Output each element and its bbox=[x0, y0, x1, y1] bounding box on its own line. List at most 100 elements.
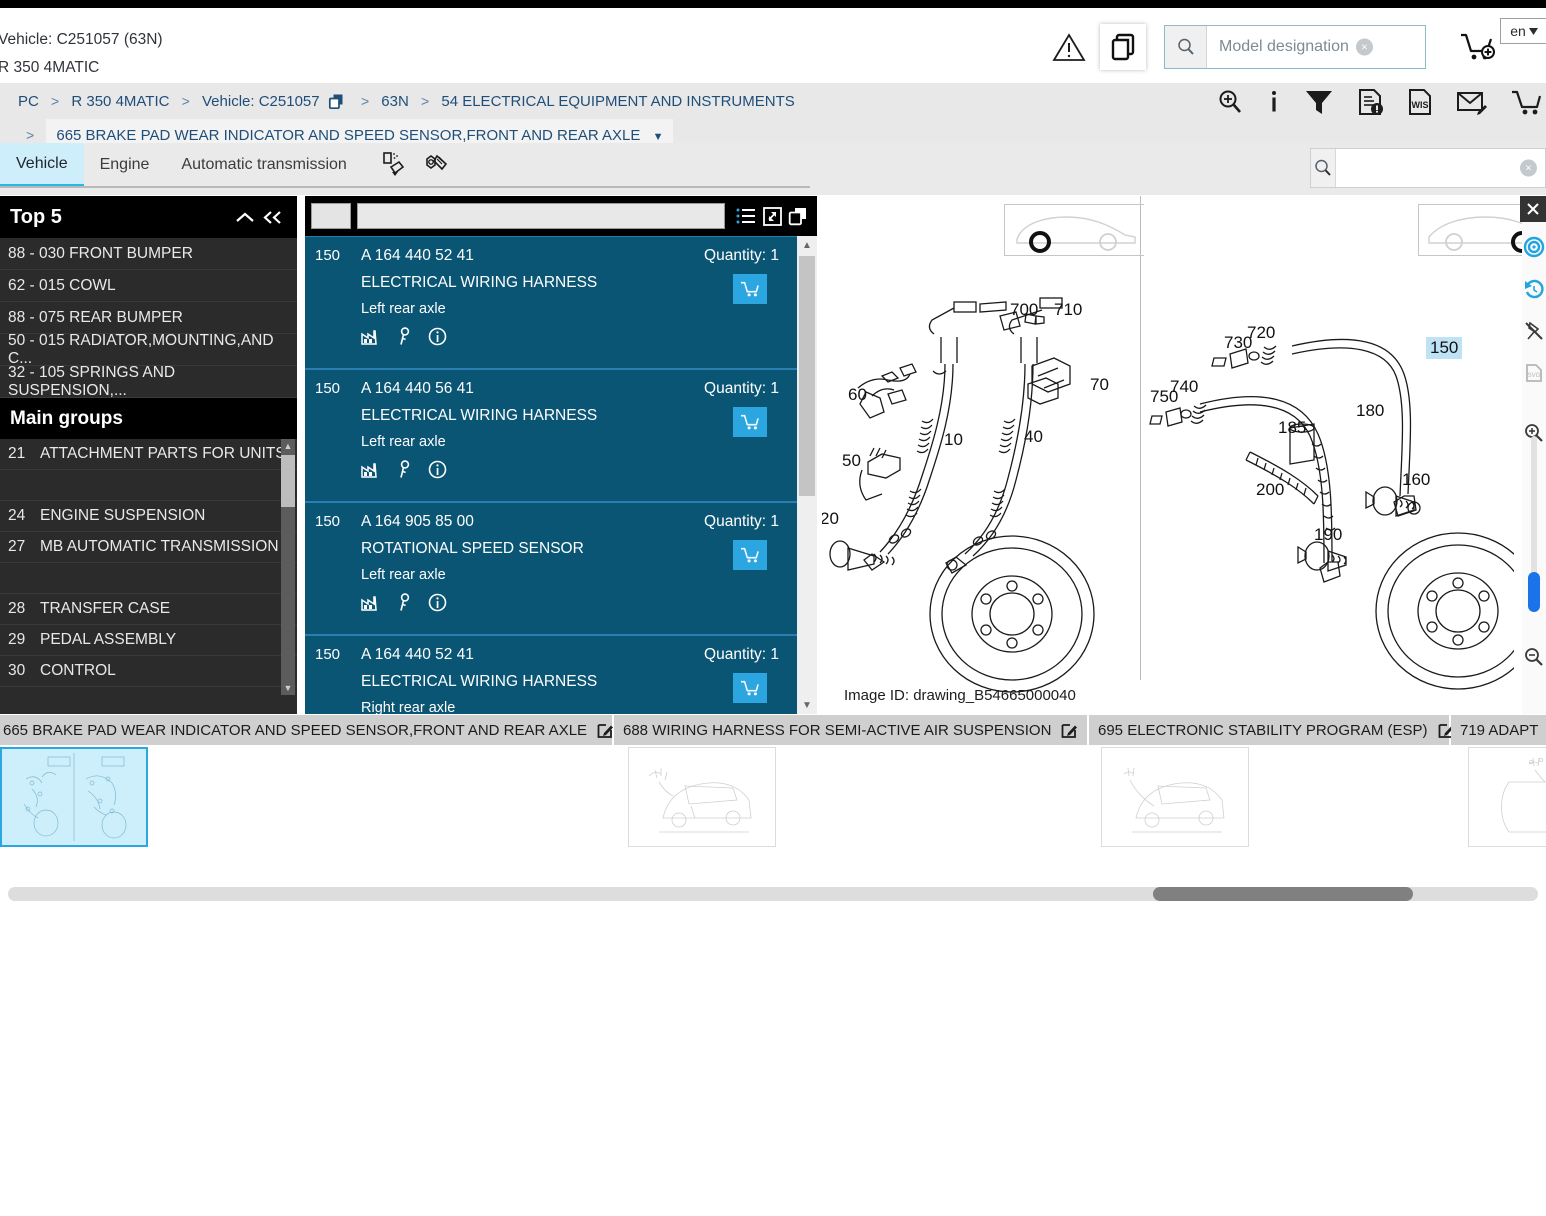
tab-engine-label: Engine bbox=[99, 156, 150, 173]
scroll-up-icon[interactable]: ▲ bbox=[797, 236, 817, 254]
drawing-viewer[interactable]: 700 710 70 60 10 40 50 20 730 720 750 74… bbox=[822, 196, 1522, 714]
breadcrumb-item-group[interactable]: 54 ELECTRICAL EQUIPMENT AND INSTRUMENTS bbox=[441, 93, 794, 110]
search-icon[interactable] bbox=[1311, 149, 1336, 187]
filter-icon[interactable] bbox=[1304, 88, 1334, 116]
tab-vehicle[interactable]: Vehicle bbox=[0, 143, 84, 187]
thumbnail-665[interactable] bbox=[0, 747, 148, 847]
scrollbar-thumb[interactable] bbox=[281, 455, 295, 507]
parts-scrollbar[interactable]: ▲ ▼ bbox=[797, 236, 817, 714]
add-to-cart-button[interactable] bbox=[733, 673, 767, 703]
part-row[interactable]: 150 A 164 440 52 41 ELECTRICAL WIRING HA… bbox=[305, 236, 817, 369]
breadcrumb-item-vehicle[interactable]: Vehicle: C251057 bbox=[202, 93, 320, 110]
header-actions: × bbox=[1050, 16, 1546, 78]
breadcrumb-item-code[interactable]: 63N bbox=[381, 93, 409, 110]
info-circle-icon[interactable] bbox=[428, 327, 447, 351]
scrollbar-thumb[interactable] bbox=[1153, 887, 1413, 901]
strip-tab-695[interactable]: 695 ELECTRONIC STABILITY PROGRAM (ESP) bbox=[1089, 715, 1454, 745]
copy-documents-icon[interactable] bbox=[1100, 24, 1146, 70]
thumbnail-719[interactable] bbox=[1468, 747, 1546, 847]
list-view-icon[interactable] bbox=[733, 207, 759, 225]
info-circle-icon[interactable] bbox=[428, 593, 447, 617]
sidebar-item-29[interactable]: 29 PEDAL ASSEMBLY bbox=[0, 625, 297, 656]
key-icon[interactable] bbox=[397, 327, 412, 351]
info-circle-icon[interactable] bbox=[428, 460, 447, 484]
clear-icon[interactable]: × bbox=[1356, 38, 1373, 56]
strip-tab-688[interactable]: 688 WIRING HARNESS FOR SEMI-ACTIVE AIR S… bbox=[614, 715, 1089, 745]
bolt-nut-icon[interactable] bbox=[421, 150, 451, 180]
edit-pencil-icon[interactable] bbox=[597, 722, 614, 739]
zoom-out-icon[interactable] bbox=[1522, 636, 1546, 678]
factory-icon[interactable] bbox=[361, 461, 381, 483]
info-icon[interactable] bbox=[1266, 88, 1282, 116]
add-to-cart-button[interactable] bbox=[733, 540, 767, 570]
breadcrumb-item-model[interactable]: R 350 4MATIC bbox=[71, 93, 169, 110]
sidebar-scrollbar[interactable]: ▲ ▼ bbox=[281, 439, 295, 695]
sidebar-item-28[interactable]: 28 TRANSFER CASE bbox=[0, 594, 297, 625]
scrollbar-thumb[interactable] bbox=[799, 256, 815, 496]
wis-document-icon[interactable]: WIS bbox=[1406, 88, 1434, 116]
scroll-down-icon[interactable]: ▼ bbox=[281, 681, 295, 695]
thumbnail-695[interactable] bbox=[1101, 747, 1249, 847]
parts-filter-field[interactable] bbox=[357, 203, 725, 229]
scroll-down-icon[interactable]: ▼ bbox=[797, 696, 817, 714]
top5-item-1[interactable]: 62 - 015 COWL bbox=[0, 270, 297, 302]
top5-item-4[interactable]: 32 - 105 SPRINGS AND SUSPENSION,... bbox=[0, 364, 297, 399]
edit-pencil-icon[interactable] bbox=[1061, 722, 1078, 739]
model-designation-search[interactable]: × bbox=[1164, 25, 1426, 69]
copy-vehicle-icon[interactable] bbox=[328, 92, 345, 119]
unpin-icon[interactable] bbox=[1522, 310, 1546, 352]
part-row[interactable]: 150 A 164 440 56 41 ELECTRICAL WIRING HA… bbox=[305, 369, 817, 502]
thumbnail-688[interactable] bbox=[628, 747, 776, 847]
duplicate-icon[interactable] bbox=[785, 207, 811, 226]
chevron-up-icon[interactable] bbox=[231, 211, 259, 224]
tab-engine[interactable]: Engine bbox=[84, 143, 166, 187]
cart-icon[interactable] bbox=[1510, 88, 1542, 116]
clear-icon[interactable]: × bbox=[1520, 159, 1537, 177]
strip-tab-665[interactable]: 665 BRAKE PAD WEAR INDICATOR AND SPEED S… bbox=[0, 715, 614, 745]
key-icon[interactable] bbox=[397, 593, 412, 617]
factory-icon[interactable] bbox=[361, 594, 381, 616]
factory-icon[interactable] bbox=[361, 328, 381, 350]
target-icon[interactable] bbox=[1522, 226, 1546, 268]
svg-export-icon[interactable]: SVG bbox=[1522, 352, 1546, 394]
sidebar-item-30[interactable]: 30 CONTROL bbox=[0, 656, 297, 687]
add-to-cart-button[interactable] bbox=[733, 407, 767, 437]
callout-150-highlighted[interactable]: 150 bbox=[1426, 337, 1463, 359]
document-alert-icon[interactable] bbox=[1356, 88, 1384, 116]
zoom-in-icon[interactable] bbox=[1216, 88, 1244, 116]
parts-search[interactable]: × bbox=[1310, 148, 1546, 188]
part-row[interactable]: 150 A 164 440 52 41 ELECTRICAL WIRING HA… bbox=[305, 635, 817, 714]
paint-spray-icon[interactable] bbox=[379, 150, 407, 180]
sidebar-item-31[interactable]: 31TRAILER COUPLING bbox=[0, 687, 297, 695]
part-row[interactable]: 150 A 164 905 85 00 ROTATIONAL SPEED SEN… bbox=[305, 502, 817, 635]
callout-700: 700 bbox=[1010, 300, 1039, 319]
top5-item-3[interactable]: 50 - 015 RADIATOR,MOUNTING,AND C... bbox=[0, 332, 297, 367]
search-icon[interactable] bbox=[1165, 26, 1207, 68]
parts-filter-box[interactable] bbox=[311, 203, 351, 229]
double-chevron-left-icon[interactable] bbox=[259, 210, 287, 225]
warning-triangle-icon[interactable] bbox=[1050, 28, 1088, 66]
breadcrumb-separator: > bbox=[51, 93, 60, 109]
group-number: 27 bbox=[8, 538, 26, 555]
close-icon[interactable] bbox=[1520, 196, 1546, 222]
model-designation-input[interactable] bbox=[1217, 37, 1425, 57]
tab-automatic-transmission[interactable]: Automatic transmission bbox=[165, 143, 362, 187]
parts-search-input[interactable] bbox=[1336, 149, 1545, 187]
language-selector[interactable]: en bbox=[1500, 18, 1546, 44]
sidebar-item-21[interactable]: 21 ATTACHMENT PARTS FOR UNITS bbox=[0, 439, 297, 470]
horizontal-scrollbar[interactable] bbox=[8, 887, 1538, 901]
breadcrumb-item-pc[interactable]: PC bbox=[18, 93, 39, 110]
zoom-slider-thumb[interactable] bbox=[1528, 572, 1540, 612]
mail-edit-icon[interactable] bbox=[1456, 88, 1488, 116]
scroll-up-icon[interactable]: ▲ bbox=[281, 439, 295, 453]
top5-item-2[interactable]: 88 - 075 REAR BUMPER bbox=[0, 302, 297, 334]
top5-item-0[interactable]: 88 - 030 FRONT BUMPER bbox=[0, 238, 297, 270]
key-icon[interactable] bbox=[397, 460, 412, 484]
strip-tab-719[interactable]: 719 ADAPT bbox=[1451, 715, 1546, 745]
expand-icon[interactable] bbox=[759, 206, 785, 226]
cart-add-icon[interactable] bbox=[1454, 25, 1500, 69]
sidebar-item-27[interactable]: 27 MB AUTOMATIC TRANSMISSION bbox=[0, 532, 297, 563]
undo-icon[interactable] bbox=[1522, 268, 1546, 310]
sidebar-item-24[interactable]: 24 ENGINE SUSPENSION bbox=[0, 501, 297, 532]
add-to-cart-button[interactable] bbox=[733, 274, 767, 304]
